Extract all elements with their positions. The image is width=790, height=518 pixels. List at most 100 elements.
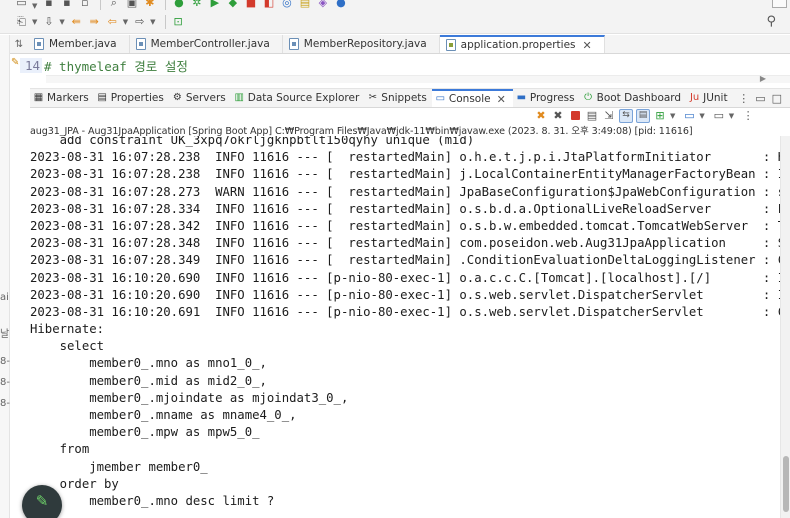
new-icon[interactable]: ▭: [14, 0, 29, 10]
gutter-fragment: 8-: [0, 398, 10, 409]
tab-label: Servers: [185, 92, 226, 104]
search-icon[interactable]: ⚲: [766, 14, 776, 29]
navigate-icon[interactable]: ◧: [261, 0, 276, 10]
java-file-icon: [135, 38, 146, 50]
chevron-down-icon[interactable]: ▼: [150, 18, 155, 26]
boot-dashboard-icon[interactable]: ◈: [315, 0, 330, 10]
chevron-down-icon[interactable]: ▼: [123, 18, 128, 26]
terminate-icon[interactable]: [568, 109, 582, 123]
editor-horizontal-scrollbar[interactable]: ▶: [46, 74, 790, 83]
save-icon[interactable]: ▪: [41, 0, 56, 10]
tab-junit[interactable]: Ju JUnit: [686, 89, 732, 107]
tab-label: JUnit: [703, 92, 728, 104]
show-console-icon[interactable]: ▤: [636, 108, 650, 123]
console-line: Hibernate:: [30, 322, 112, 337]
tab-application-properties[interactable]: application.properties ✕: [439, 35, 605, 53]
boot-run-icon[interactable]: ◆: [225, 0, 240, 10]
forward-icon[interactable]: ⇨: [132, 14, 147, 29]
maximize-icon[interactable]: □: [772, 92, 782, 105]
debug-icon[interactable]: ✱: [142, 0, 157, 10]
edit-marker-icon: ✎: [11, 57, 20, 68]
coverage-icon[interactable]: ✲: [189, 0, 204, 10]
tab-console[interactable]: ▭ Console ✕: [431, 89, 513, 107]
clear-console-icon[interactable]: ▤: [585, 109, 599, 123]
tab-label: Console: [448, 93, 491, 105]
tab-label: Member.java: [49, 38, 117, 50]
search-icon[interactable]: ⌕: [106, 0, 121, 10]
chevron-down-icon[interactable]: ▼: [699, 112, 704, 120]
tab-member-controller-java[interactable]: MemberController.java: [130, 35, 283, 53]
tab-label: Snippets: [381, 92, 427, 104]
console-line: member0_.mname as mname4_0_,: [30, 408, 297, 422]
stop-icon[interactable]: ■: [243, 0, 258, 10]
console-line: 2023-08-31 16:10:20.691 INFO 11616 --- […: [30, 304, 780, 319]
debug-back-icon[interactable]: ⎗: [14, 14, 29, 29]
external-tools-icon[interactable]: ▶: [207, 0, 222, 10]
pin-console-icon[interactable]: ⊞: [653, 109, 667, 123]
properties-icon: ▤: [97, 92, 107, 103]
skip-icon[interactable]: ◎: [279, 0, 294, 10]
chevron-down-icon[interactable]: ▼: [32, 18, 37, 26]
console-launch-description: aug31_JPA - Aug31JpaApplication [Spring …: [30, 126, 693, 136]
console-line: 2023-08-31 16:07:28.238 INFO 11616 --- […: [30, 150, 780, 165]
tab-boot-dashboard[interactable]: ⏻ Boot Dashboard: [580, 89, 686, 107]
view-menu-icon[interactable]: ⋮: [741, 109, 755, 123]
gutter-fragment: 8-: [0, 356, 10, 367]
tab-data-source-explorer[interactable]: ▥ Data Source Explorer: [231, 89, 365, 107]
line-text[interactable]: # thymeleaf 경로 설정: [42, 56, 188, 75]
display-console-icon[interactable]: ▭: [682, 109, 696, 123]
run-icon[interactable]: ●: [171, 0, 186, 10]
chevron-down-icon[interactable]: ▼: [32, 2, 37, 10]
console-vertical-scrollbar[interactable]: [780, 136, 790, 518]
scroll-right-icon[interactable]: ▶: [760, 74, 766, 83]
floating-edit-button[interactable]: ✎: [22, 485, 62, 518]
tab-label: Progress: [529, 92, 575, 104]
help-icon[interactable]: ●: [333, 0, 348, 10]
editor-line[interactable]: 14 # thymeleaf 경로 설정: [20, 56, 188, 74]
chevron-down-icon[interactable]: ▼: [59, 18, 64, 26]
tab-properties[interactable]: ▤ Properties: [94, 89, 169, 107]
scrollbar-thumb[interactable]: [783, 456, 789, 512]
console-line: 2023-08-31 16:07:28.349 INFO 11616 --- […: [30, 253, 780, 268]
properties-file-icon: [445, 39, 456, 51]
chevron-down-icon[interactable]: ▼: [670, 112, 675, 120]
open-type-icon[interactable]: ▤: [297, 0, 312, 10]
next-annotation-icon[interactable]: ⇩: [41, 14, 56, 29]
console-line: 2023-08-31 16:10:20.690 INFO 11616 --- […: [30, 287, 780, 302]
console-toolbar: ✖ ✖ ▤ ⇲ ⇆ ▤ ⊞ ▼ ▭ ▼ ▭ ▼ ⋮: [430, 107, 790, 124]
save-all-icon[interactable]: ▪: [59, 0, 74, 10]
boot-dashboard-icon: ⏻: [584, 92, 593, 103]
remove-launch-icon[interactable]: ✖: [534, 109, 548, 123]
scroll-lock-icon[interactable]: ⇲: [602, 109, 616, 123]
editor-area[interactable]: ✎ 14 # thymeleaf 경로 설정 ▶: [10, 54, 790, 84]
minimize-icon[interactable]: ▭: [755, 92, 765, 105]
tab-member-repository-java[interactable]: MemberRepository.java: [283, 35, 440, 53]
next-edit-icon[interactable]: ⇛: [87, 14, 102, 29]
print-icon[interactable]: ▫: [77, 0, 92, 10]
pin-editor-icon[interactable]: ⊡: [171, 14, 186, 29]
console-output[interactable]: add constraint UK_3xpq7okrljgknpbtlt150q…: [30, 136, 780, 518]
tab-markers[interactable]: ▦ Markers: [30, 89, 94, 107]
word-wrap-icon[interactable]: ⇆: [619, 108, 633, 123]
view-menu-icon[interactable]: ⋮: [738, 92, 749, 105]
main-toolbar-bottom: ⎗ ▼ ⇩ ▼ ⇚ ⇛ ⇦ ▼ ⇨ ▼ ⊡: [0, 10, 790, 34]
remove-all-launches-icon[interactable]: ✖: [551, 109, 565, 123]
tab-progress[interactable]: ▬ Progress: [513, 89, 580, 107]
tab-snippets[interactable]: ✂ Snippets: [364, 89, 432, 107]
console-line: 2023-08-31 16:10:20.690 INFO 11616 --- […: [30, 270, 780, 285]
chevron-down-icon[interactable]: ▼: [729, 112, 734, 120]
console-line: from: [30, 442, 90, 457]
minimize-icon[interactable]: ⇅: [10, 35, 28, 53]
console-line: 2023-08-31 16:07:28.334 INFO 11616 --- […: [30, 201, 780, 216]
build-icon[interactable]: ▣: [124, 0, 139, 10]
back-icon[interactable]: ⇦: [105, 14, 120, 29]
perspective-switch-button[interactable]: [772, 0, 787, 8]
prev-annotation-icon[interactable]: ⇚: [69, 14, 84, 29]
tab-member-java[interactable]: Member.java: [28, 35, 130, 53]
open-console-icon[interactable]: ▭: [712, 109, 726, 123]
tab-servers[interactable]: ⚙ Servers: [169, 89, 231, 107]
gutter-fragment: 날: [0, 329, 10, 340]
progress-icon: ▬: [516, 92, 527, 103]
close-icon[interactable]: ✕: [497, 93, 506, 106]
close-icon[interactable]: ✕: [583, 39, 592, 52]
